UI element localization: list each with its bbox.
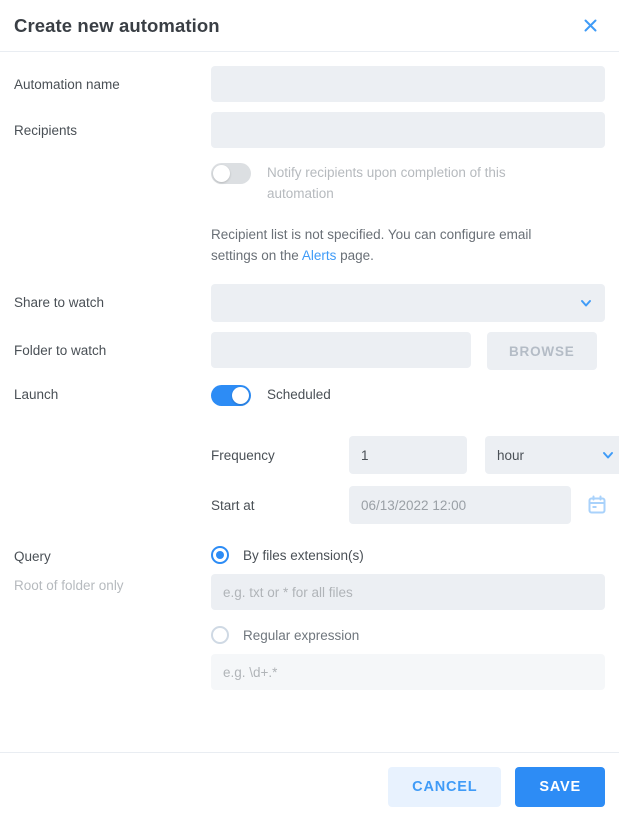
frequency-unit-value: hour bbox=[497, 447, 525, 463]
radio-row-regex[interactable]: Regular expression bbox=[211, 626, 605, 644]
regular-expression-input[interactable] bbox=[211, 654, 605, 690]
row-recipients: Recipients Notify recipients upon comple… bbox=[14, 112, 605, 266]
page-title: Create new automation bbox=[14, 14, 220, 36]
start-at-input[interactable] bbox=[349, 486, 571, 524]
recipients-input[interactable] bbox=[211, 112, 605, 148]
radio-label-regex: Regular expression bbox=[243, 627, 360, 643]
notify-recipients-label: Notify recipients upon completion of thi… bbox=[267, 165, 506, 201]
automation-name-label: Automation name bbox=[14, 77, 120, 92]
row-frequency: Frequency hour bbox=[211, 436, 619, 474]
row-folder-to-watch: Folder to watch BROWSE bbox=[14, 332, 605, 370]
chevron-down-icon bbox=[579, 296, 593, 310]
row-share-to-watch: Share to watch bbox=[14, 284, 605, 322]
frequency-label: Frequency bbox=[211, 447, 275, 463]
row-query: Query Root of folder only By files exten… bbox=[14, 546, 605, 706]
close-icon bbox=[582, 17, 599, 34]
save-button[interactable]: SAVE bbox=[515, 766, 605, 807]
recipient-note: Recipient list is not specified. You can… bbox=[211, 224, 576, 266]
dialog-body: Automation name Recipients Notify recipi… bbox=[0, 52, 619, 752]
share-to-watch-select[interactable] bbox=[211, 284, 605, 322]
notify-recipients-toggle[interactable] bbox=[211, 163, 251, 184]
files-extension-input[interactable] bbox=[211, 574, 605, 610]
close-button[interactable] bbox=[575, 11, 605, 41]
root-of-folder-only-label: Root of folder only bbox=[14, 578, 124, 593]
radio-regular-expression[interactable] bbox=[211, 626, 229, 644]
row-automation-name: Automation name bbox=[14, 66, 605, 102]
scheduled-label: Scheduled bbox=[267, 387, 331, 402]
frequency-unit-select[interactable]: hour bbox=[485, 436, 619, 474]
scheduled-toggle-row: Scheduled bbox=[211, 384, 619, 406]
cancel-button[interactable]: CANCEL bbox=[388, 766, 502, 807]
notify-toggle-row: Notify recipients upon completion of thi… bbox=[211, 162, 605, 204]
automation-name-input[interactable] bbox=[211, 66, 605, 102]
radio-label-extension: By files extension(s) bbox=[243, 547, 364, 563]
toggle-knob bbox=[213, 165, 230, 182]
toggle-knob bbox=[232, 387, 249, 404]
dialog-header: Create new automation bbox=[0, 0, 619, 52]
browse-button[interactable]: BROWSE bbox=[487, 332, 597, 370]
radio-by-files-extension[interactable] bbox=[211, 546, 229, 564]
query-label: Query bbox=[14, 549, 51, 564]
frequency-input[interactable] bbox=[349, 436, 467, 474]
start-at-label: Start at bbox=[211, 497, 255, 513]
dialog-footer: CANCEL SAVE bbox=[0, 752, 619, 820]
launch-label: Launch bbox=[14, 387, 59, 402]
recipient-note-text-after: page. bbox=[336, 248, 374, 263]
scheduled-toggle[interactable] bbox=[211, 385, 251, 406]
alerts-link[interactable]: Alerts bbox=[302, 248, 337, 263]
folder-to-watch-label: Folder to watch bbox=[14, 343, 107, 358]
share-to-watch-label: Share to watch bbox=[14, 295, 105, 310]
query-option-regex: Regular expression bbox=[211, 626, 605, 690]
query-option-extension: By files extension(s) bbox=[211, 546, 605, 610]
chevron-down-icon bbox=[601, 448, 615, 462]
row-start-at: Start at bbox=[211, 486, 619, 524]
folder-to-watch-input[interactable] bbox=[211, 332, 471, 368]
create-automation-dialog: Create new automation Automation name Re… bbox=[0, 0, 619, 820]
recipients-label: Recipients bbox=[14, 123, 78, 138]
folder-browse-group: BROWSE bbox=[211, 332, 605, 370]
radio-row-extension[interactable]: By files extension(s) bbox=[211, 546, 605, 564]
row-launch: Launch Scheduled Frequency hour bbox=[14, 384, 619, 524]
calendar-icon[interactable] bbox=[587, 495, 607, 515]
